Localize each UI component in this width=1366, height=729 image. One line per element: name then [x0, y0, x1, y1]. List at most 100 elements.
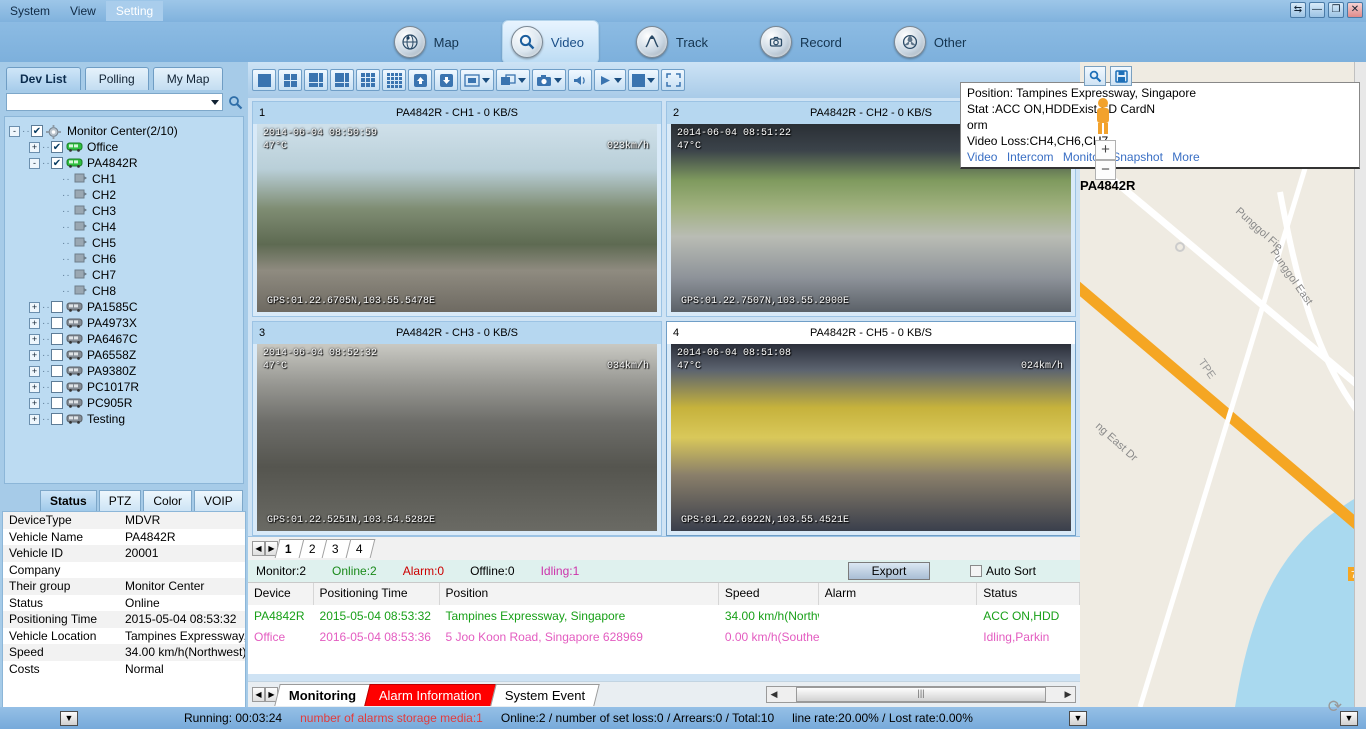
- zoom-in-button[interactable]: +: [1095, 140, 1116, 160]
- tree-checkbox[interactable]: ✔: [51, 317, 63, 329]
- tab-ptz[interactable]: PTZ: [98, 490, 142, 511]
- device-tree[interactable]: - ·· ✔ Monitor Center(2/10) + ·· ✔ Office - ·· ✔ PA…: [4, 116, 244, 484]
- tree-node-ch2[interactable]: ·· CH2: [9, 187, 239, 203]
- tree-checkbox[interactable]: ✔: [51, 157, 63, 169]
- tree-checkbox[interactable]: ✔: [51, 333, 63, 345]
- six-view-button[interactable]: [304, 69, 328, 91]
- tree-node-ch8[interactable]: ·· CH8: [9, 283, 239, 299]
- chevron-down-icon[interactable]: [614, 77, 622, 83]
- collapse-icon[interactable]: -: [9, 125, 20, 137]
- export-button[interactable]: Export: [847, 562, 930, 580]
- play-button[interactable]: [594, 69, 626, 91]
- tree-node-pa4973x[interactable]: +··✔ PA4973X: [9, 315, 239, 331]
- ribbon-tab-record[interactable]: Record: [751, 20, 857, 64]
- menu-item-view[interactable]: View: [60, 1, 106, 21]
- horizontal-scrollbar[interactable]: ◀ ||| ▶: [766, 686, 1076, 703]
- tab-monitoring[interactable]: Monitoring: [274, 683, 371, 706]
- expand-icon[interactable]: +: [29, 413, 40, 425]
- expand-button[interactable]: [661, 69, 685, 91]
- status-dropdown-right-icon[interactable]: ▼: [1340, 710, 1358, 726]
- tab-voip[interactable]: VOIP: [194, 490, 243, 511]
- link-snapshot[interactable]: Snapshot: [1112, 150, 1163, 164]
- tree-node-monitor-center-2-10[interactable]: - ·· ✔ Monitor Center(2/10): [9, 123, 239, 139]
- nine-view-button[interactable]: [356, 69, 380, 91]
- expand-icon[interactable]: +: [29, 333, 40, 345]
- single-view-button[interactable]: [252, 69, 276, 91]
- tree-checkbox[interactable]: ✔: [51, 349, 63, 361]
- expand-icon[interactable]: +: [29, 349, 40, 361]
- tree-node-pa1585c[interactable]: +··✔ PA1585C: [9, 299, 239, 315]
- maximize-icon[interactable]: ❐: [1328, 2, 1344, 18]
- quad-view-button[interactable]: [278, 69, 302, 91]
- tree-node-ch5[interactable]: ·· CH5: [9, 235, 239, 251]
- tree-checkbox[interactable]: ✔: [51, 413, 63, 425]
- video-stream-1[interactable]: 2014-06-04 08:50:59 47°C 023km/h GPS:01.22.…: [257, 124, 657, 312]
- auto-sort-checkbox[interactable]: [969, 565, 982, 577]
- expand-icon[interactable]: +: [29, 301, 40, 313]
- window-mode-button[interactable]: [496, 69, 530, 91]
- menu-item-system[interactable]: System: [0, 1, 60, 21]
- close-icon[interactable]: ✕: [1347, 2, 1363, 18]
- link-intercom[interactable]: Intercom: [1007, 150, 1054, 164]
- expand-icon[interactable]: +: [29, 365, 40, 377]
- video-cell-4[interactable]: 4 PA4842R - CH5 - 0 KB/S 2014-06-04 08:51:…: [666, 320, 1076, 536]
- tab-alarm-information[interactable]: Alarm Information: [364, 683, 497, 706]
- tree-node-pc1017r[interactable]: +··✔ PC1017R: [9, 379, 239, 395]
- expand-icon[interactable]: +: [29, 381, 40, 393]
- table-row[interactable]: PA4842R 2015-05-04 08:53:32 Tampines Expre…: [248, 605, 1080, 626]
- expand-icon[interactable]: +: [29, 141, 40, 153]
- pegman-icon[interactable]: [1092, 96, 1114, 136]
- scroll-right-arrow[interactable]: ▶: [1061, 689, 1075, 700]
- tab-dev-list[interactable]: Dev List: [6, 67, 81, 90]
- tree-node-pa4842r[interactable]: - ·· ✔ PA4842R: [9, 155, 239, 171]
- bottom-prev-button[interactable]: ◀: [252, 687, 265, 702]
- tree-checkbox[interactable]: ✔: [51, 301, 63, 313]
- ribbon-tab-track[interactable]: Track: [627, 20, 723, 64]
- chevron-down-icon[interactable]: [482, 77, 490, 83]
- eight-view-button[interactable]: [330, 69, 354, 91]
- map-save-icon[interactable]: [1110, 66, 1132, 86]
- ribbon-tab-video[interactable]: Video: [501, 20, 599, 64]
- tree-node-ch4[interactable]: ·· CH4: [9, 219, 239, 235]
- video-cell-3[interactable]: 3 PA4842R - CH3 - 0 KB/S 2014-06-04 08:52:…: [252, 320, 662, 536]
- page-down-button[interactable]: [434, 69, 458, 91]
- expand-icon[interactable]: +: [29, 397, 40, 409]
- chevron-down-icon[interactable]: [647, 77, 655, 83]
- device-search-input[interactable]: [6, 93, 223, 111]
- video-stream-4[interactable]: 2014-06-04 08:51:08 47°C 024km/h GPS:01.22.…: [671, 343, 1071, 531]
- tree-checkbox[interactable]: ✔: [51, 141, 63, 153]
- status-dropdown-mid-icon[interactable]: ▼: [1068, 710, 1087, 726]
- tree-checkbox[interactable]: ✔: [51, 365, 63, 377]
- minimize-icon[interactable]: —: [1309, 2, 1325, 18]
- tab-system-event[interactable]: System Event: [490, 683, 600, 706]
- ribbon-tab-map[interactable]: Map: [385, 20, 474, 64]
- tab-status[interactable]: Status: [40, 490, 97, 511]
- tree-node-office[interactable]: + ·· ✔ Office: [9, 139, 239, 155]
- chevron-down-icon[interactable]: [518, 77, 526, 83]
- tree-node-pc905r[interactable]: +··✔ PC905R: [9, 395, 239, 411]
- chevron-down-icon[interactable]: [554, 77, 562, 83]
- tree-node-pa6467c[interactable]: +··✔ PA6467C: [9, 331, 239, 347]
- tree-node-pa9380z[interactable]: +··✔ PA9380Z: [9, 363, 239, 379]
- video-stream-3[interactable]: 2014-06-04 08:52:32 47°C 034km/h GPS:01.22.…: [257, 343, 657, 531]
- auto-sort-toggle[interactable]: Auto Sort: [969, 564, 1036, 578]
- chevron-down-icon[interactable]: [211, 99, 219, 105]
- search-icon[interactable]: [226, 93, 244, 111]
- tree-node-pa6558z[interactable]: +··✔ PA6558Z: [9, 347, 239, 363]
- tree-checkbox[interactable]: ✔: [51, 397, 63, 409]
- tree-checkbox[interactable]: ✔: [51, 381, 63, 393]
- page-prev-button[interactable]: ◀: [252, 541, 265, 556]
- restore-swap-icon[interactable]: ⇆: [1290, 2, 1306, 18]
- tab-polling[interactable]: Polling: [84, 67, 149, 90]
- zoom-out-button[interactable]: −: [1095, 160, 1116, 180]
- page-up-button[interactable]: [408, 69, 432, 91]
- fullscreen-select-button[interactable]: [460, 69, 494, 91]
- scroll-thumb[interactable]: |||: [796, 687, 1046, 702]
- map-search-icon[interactable]: [1084, 66, 1106, 86]
- ribbon-tab-other[interactable]: Other: [885, 20, 982, 64]
- status-dropdown-left-icon[interactable]: ▼: [60, 710, 78, 726]
- stop-button[interactable]: [628, 69, 659, 91]
- scroll-left-arrow[interactable]: ◀: [767, 689, 781, 700]
- expand-icon[interactable]: +: [29, 317, 40, 329]
- tab-my-map[interactable]: My Map: [152, 67, 224, 90]
